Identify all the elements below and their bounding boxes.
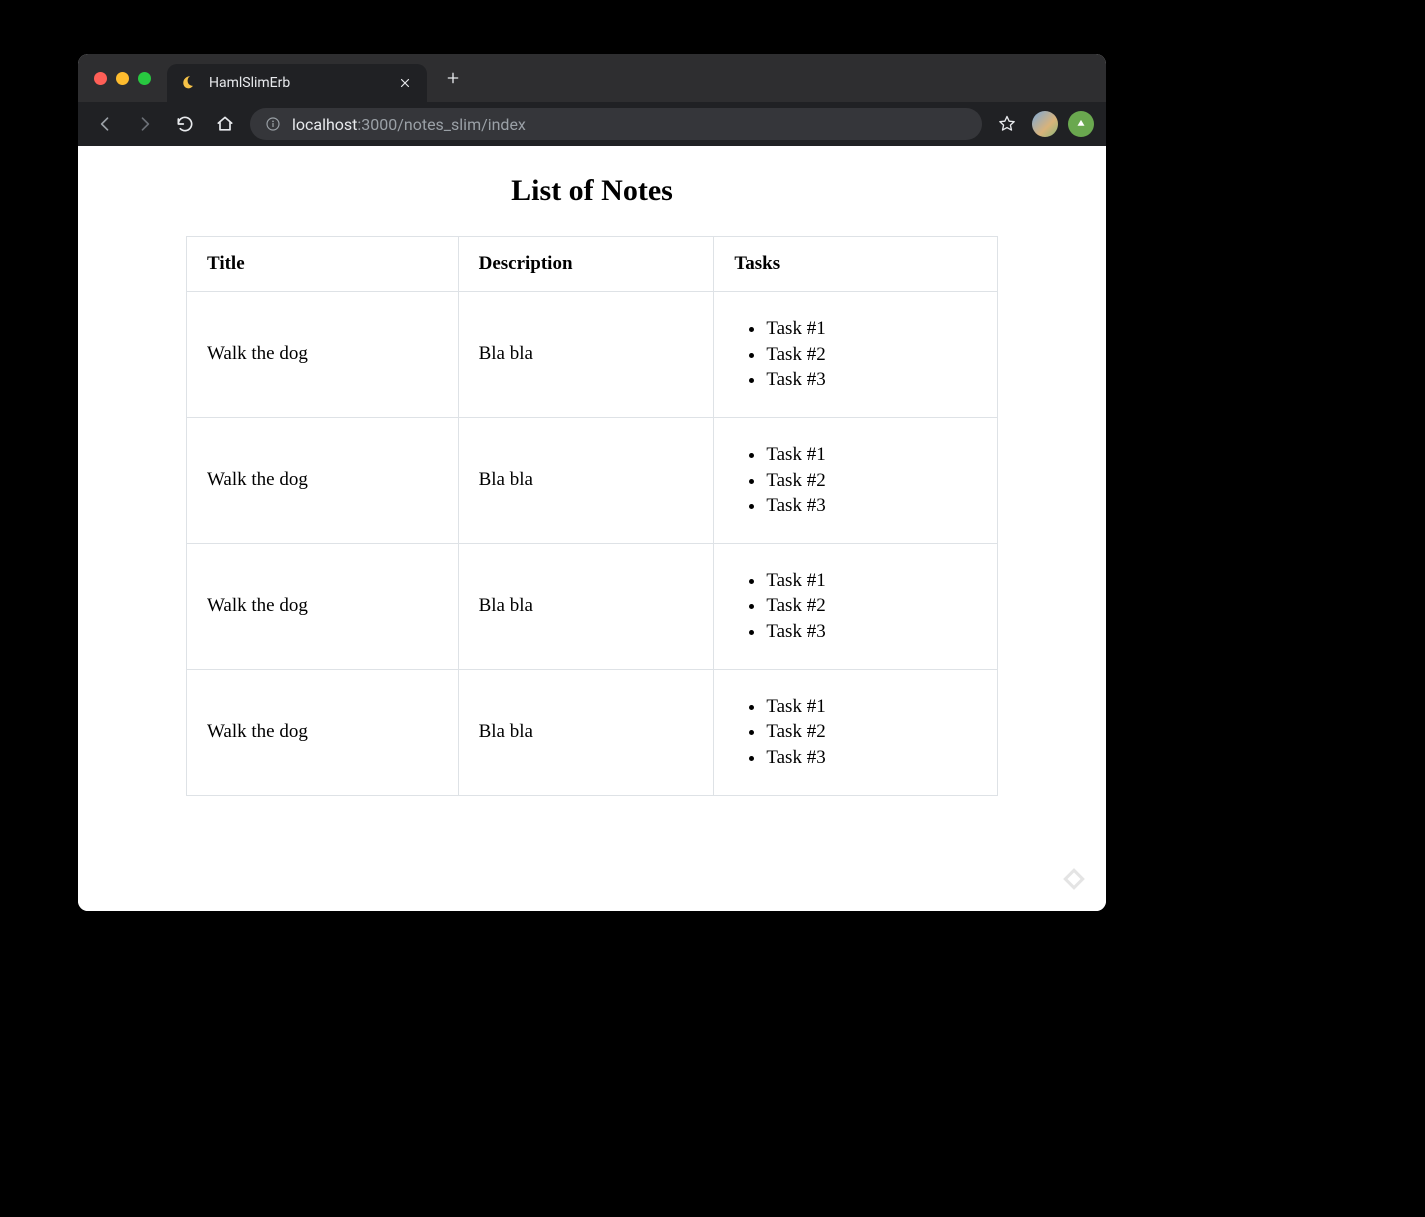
cell-title: Walk the dog <box>187 292 459 418</box>
browser-window: HamlSlimErb localhost:3000/notes_slim <box>78 54 1106 911</box>
cell-description: Bla bla <box>458 543 714 669</box>
close-window-button[interactable] <box>94 72 107 85</box>
table-row: Walk the dog Bla bla Task #1 Task #2 Tas… <box>187 417 998 543</box>
task-list: Task #1 Task #2 Task #3 <box>734 694 977 771</box>
cell-tasks: Task #1 Task #2 Task #3 <box>714 417 998 543</box>
table-row: Walk the dog Bla bla Task #1 Task #2 Tas… <box>187 543 998 669</box>
list-item: Task #3 <box>766 619 977 645</box>
window-titlebar: HamlSlimErb <box>78 54 1106 102</box>
cell-description: Bla bla <box>458 292 714 418</box>
forward-button[interactable] <box>130 109 160 139</box>
cell-description: Bla bla <box>458 669 714 795</box>
column-header-tasks: Tasks <box>714 237 998 292</box>
list-item: Task #3 <box>766 367 977 393</box>
maximize-window-button[interactable] <box>138 72 151 85</box>
tab-title: HamlSlimErb <box>209 75 397 91</box>
url-path: :3000/notes_slim/index <box>357 115 525 134</box>
minimize-window-button[interactable] <box>116 72 129 85</box>
bookmark-star-icon[interactable] <box>992 109 1022 139</box>
tab-close-icon[interactable] <box>397 75 413 91</box>
window-controls <box>94 72 151 85</box>
new-tab-button[interactable] <box>439 64 467 92</box>
browser-toolbar: localhost:3000/notes_slim/index <box>78 102 1106 146</box>
profile-avatar[interactable] <box>1032 111 1058 137</box>
task-list: Task #1 Task #2 Task #3 <box>734 316 977 393</box>
url-text: localhost:3000/notes_slim/index <box>292 115 526 134</box>
cell-title: Walk the dog <box>187 417 459 543</box>
cell-description: Bla bla <box>458 417 714 543</box>
list-item: Task #2 <box>766 593 977 619</box>
page-content: List of Notes Title Description Tasks Wa… <box>78 146 1106 911</box>
list-item: Task #1 <box>766 568 977 594</box>
column-header-description: Description <box>458 237 714 292</box>
address-bar[interactable]: localhost:3000/notes_slim/index <box>250 108 982 140</box>
list-item: Task #2 <box>766 719 977 745</box>
table-row: Walk the dog Bla bla Task #1 Task #2 Tas… <box>187 669 998 795</box>
table-body: Walk the dog Bla bla Task #1 Task #2 Tas… <box>187 292 998 796</box>
reload-button[interactable] <box>170 109 200 139</box>
list-item: Task #2 <box>766 468 977 494</box>
cell-tasks: Task #1 Task #2 Task #3 <box>714 292 998 418</box>
task-list: Task #1 Task #2 Task #3 <box>734 442 977 519</box>
cell-title: Walk the dog <box>187 543 459 669</box>
list-item: Task #3 <box>766 493 977 519</box>
task-list: Task #1 Task #2 Task #3 <box>734 568 977 645</box>
site-info-icon[interactable] <box>264 115 282 133</box>
back-button[interactable] <box>90 109 120 139</box>
home-button[interactable] <box>210 109 240 139</box>
table-row: Walk the dog Bla bla Task #1 Task #2 Tas… <box>187 292 998 418</box>
list-item: Task #1 <box>766 316 977 342</box>
notes-table: Title Description Tasks Walk the dog Bla… <box>186 236 998 796</box>
list-item: Task #1 <box>766 442 977 468</box>
extension-button[interactable] <box>1068 111 1094 137</box>
list-item: Task #1 <box>766 694 977 720</box>
table-header: Title Description Tasks <box>187 237 998 292</box>
cell-tasks: Task #1 Task #2 Task #3 <box>714 669 998 795</box>
column-header-title: Title <box>187 237 459 292</box>
cell-tasks: Task #1 Task #2 Task #3 <box>714 543 998 669</box>
browser-tab-active[interactable]: HamlSlimErb <box>167 64 427 102</box>
page-title: List of Notes <box>78 174 1106 208</box>
url-host: localhost <box>292 115 357 134</box>
tab-favicon-icon <box>181 74 199 92</box>
extension-overlay-icon[interactable] <box>1060 865 1088 893</box>
list-item: Task #3 <box>766 745 977 771</box>
list-item: Task #2 <box>766 342 977 368</box>
cell-title: Walk the dog <box>187 669 459 795</box>
